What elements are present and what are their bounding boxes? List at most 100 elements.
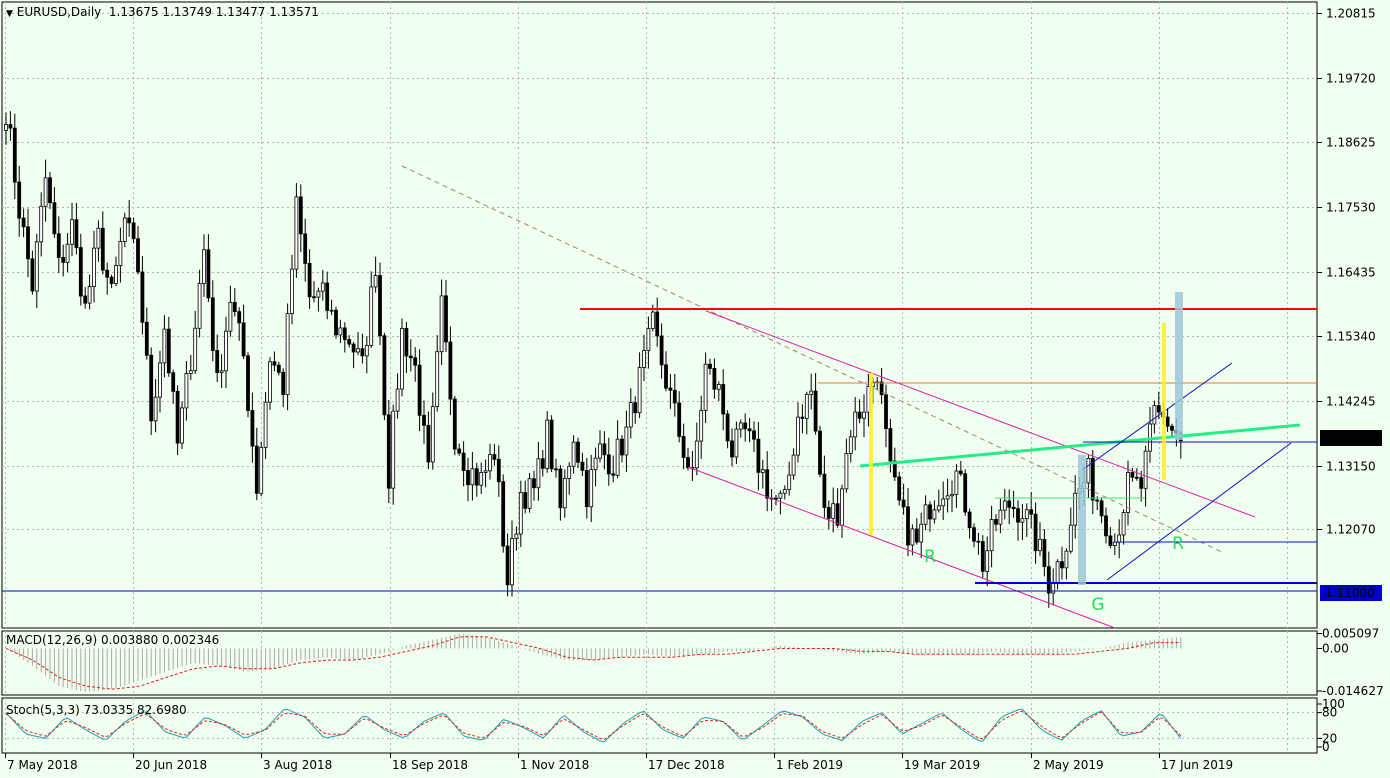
candle-body xyxy=(1170,425,1174,431)
candle-body xyxy=(162,328,167,364)
candle-body xyxy=(426,424,431,463)
candle-body xyxy=(848,436,853,454)
candle-body xyxy=(708,363,712,369)
candle-body xyxy=(756,438,761,473)
candle-body xyxy=(567,465,572,479)
candle-body xyxy=(1130,472,1135,478)
candle-body xyxy=(34,241,39,292)
candle-body xyxy=(294,196,299,270)
candle-body xyxy=(224,330,228,372)
candle-body xyxy=(884,394,888,429)
candle-body xyxy=(140,271,145,323)
candle-body xyxy=(386,414,391,489)
candle-body xyxy=(1090,458,1095,501)
candle-body xyxy=(364,344,369,357)
candle-body xyxy=(382,335,387,416)
macd-header: MACD(12,26,9) 0.003880 0.002346 xyxy=(6,633,220,647)
candle-body xyxy=(787,474,792,490)
candle-body xyxy=(268,361,272,403)
candle-body xyxy=(166,328,171,374)
candle-body xyxy=(818,430,822,475)
candle-body xyxy=(153,396,158,422)
candle-body xyxy=(193,327,198,372)
stoch-y-label: 0 xyxy=(1322,740,1330,754)
candle-body xyxy=(74,219,79,248)
candle-body xyxy=(1042,538,1047,568)
candle-body xyxy=(804,393,809,419)
candle-body xyxy=(118,241,123,266)
candle-body xyxy=(12,127,17,183)
candle-body xyxy=(954,470,959,495)
candle-body xyxy=(523,492,528,509)
candle-body xyxy=(549,419,554,470)
candle-body xyxy=(232,301,237,313)
target-bar-lightblue-1 xyxy=(1078,455,1086,585)
candle-body xyxy=(637,367,642,414)
candle-body xyxy=(571,441,576,467)
candle-body xyxy=(668,387,673,391)
stoch-header: Stoch(5,3,3) 73.0335 82.6980 xyxy=(6,703,187,717)
candle-body xyxy=(857,411,862,419)
x-axis-label: 17 Dec 2018 xyxy=(648,758,725,772)
candle-body xyxy=(316,290,321,298)
candle-body xyxy=(628,402,633,428)
y-axis-label: 1.18625 xyxy=(1326,136,1376,150)
candle-body xyxy=(56,233,61,258)
candle-body xyxy=(180,407,184,444)
collapse-triangle-icon[interactable]: ▼ xyxy=(6,9,13,19)
candle-body xyxy=(936,505,941,511)
candle-body xyxy=(175,390,180,444)
candle-body xyxy=(400,328,404,390)
candle-body xyxy=(206,249,211,299)
candle-body xyxy=(404,328,409,357)
chart-window: 7 May 2018 20 Jun 2018 3 Aug 2018 18 Sep 20… xyxy=(0,0,1390,778)
candle-body xyxy=(765,469,770,499)
candle-body xyxy=(1117,534,1122,543)
candle-body xyxy=(474,468,479,486)
candle-body xyxy=(738,422,743,430)
candle-body xyxy=(452,398,457,450)
candle-body xyxy=(215,350,220,373)
candle-body xyxy=(734,428,739,458)
candle-body xyxy=(752,430,756,440)
candle-body xyxy=(237,311,242,324)
candle-body xyxy=(1033,513,1038,552)
candle-body xyxy=(532,478,536,489)
candle-body xyxy=(540,458,545,469)
candle-body xyxy=(325,282,330,311)
candle-body xyxy=(813,390,818,432)
candle-body xyxy=(580,461,585,471)
candle-body xyxy=(985,550,990,572)
candle-body xyxy=(312,296,316,299)
candle-body xyxy=(923,504,928,525)
candle-body xyxy=(158,362,162,398)
candle-body xyxy=(963,473,968,513)
candle-body xyxy=(197,283,202,329)
candle-body xyxy=(576,441,580,463)
candle-body xyxy=(835,503,840,526)
y-axis-label: 1.20815 xyxy=(1326,7,1376,21)
candle-body xyxy=(210,297,215,351)
candle-body xyxy=(1002,500,1007,511)
x-axis-label: 2 May 2019 xyxy=(1033,758,1104,772)
macd-y-label: 0.005097 xyxy=(1322,627,1379,641)
candle-body xyxy=(1143,450,1148,489)
candle-body xyxy=(391,410,396,489)
candle-body xyxy=(1126,472,1130,514)
candle-body xyxy=(466,470,470,486)
candle-body xyxy=(444,295,448,343)
candle-body xyxy=(932,509,937,520)
candle-body xyxy=(439,295,444,353)
candle-body xyxy=(43,177,48,207)
candle-body xyxy=(144,321,149,356)
candle-body xyxy=(259,446,264,494)
candle-body xyxy=(501,481,506,547)
candle-body xyxy=(1156,405,1161,413)
candle-body xyxy=(61,257,66,263)
candle-body xyxy=(853,411,858,438)
candle-body xyxy=(1068,524,1073,552)
candle-body xyxy=(351,343,356,353)
main-chart-header: ▼ EURUSD,Daily 1.13675 1.13749 1.13477 1… xyxy=(6,5,319,19)
stoch-y-label: 80 xyxy=(1322,706,1337,720)
candle-body xyxy=(17,181,22,219)
